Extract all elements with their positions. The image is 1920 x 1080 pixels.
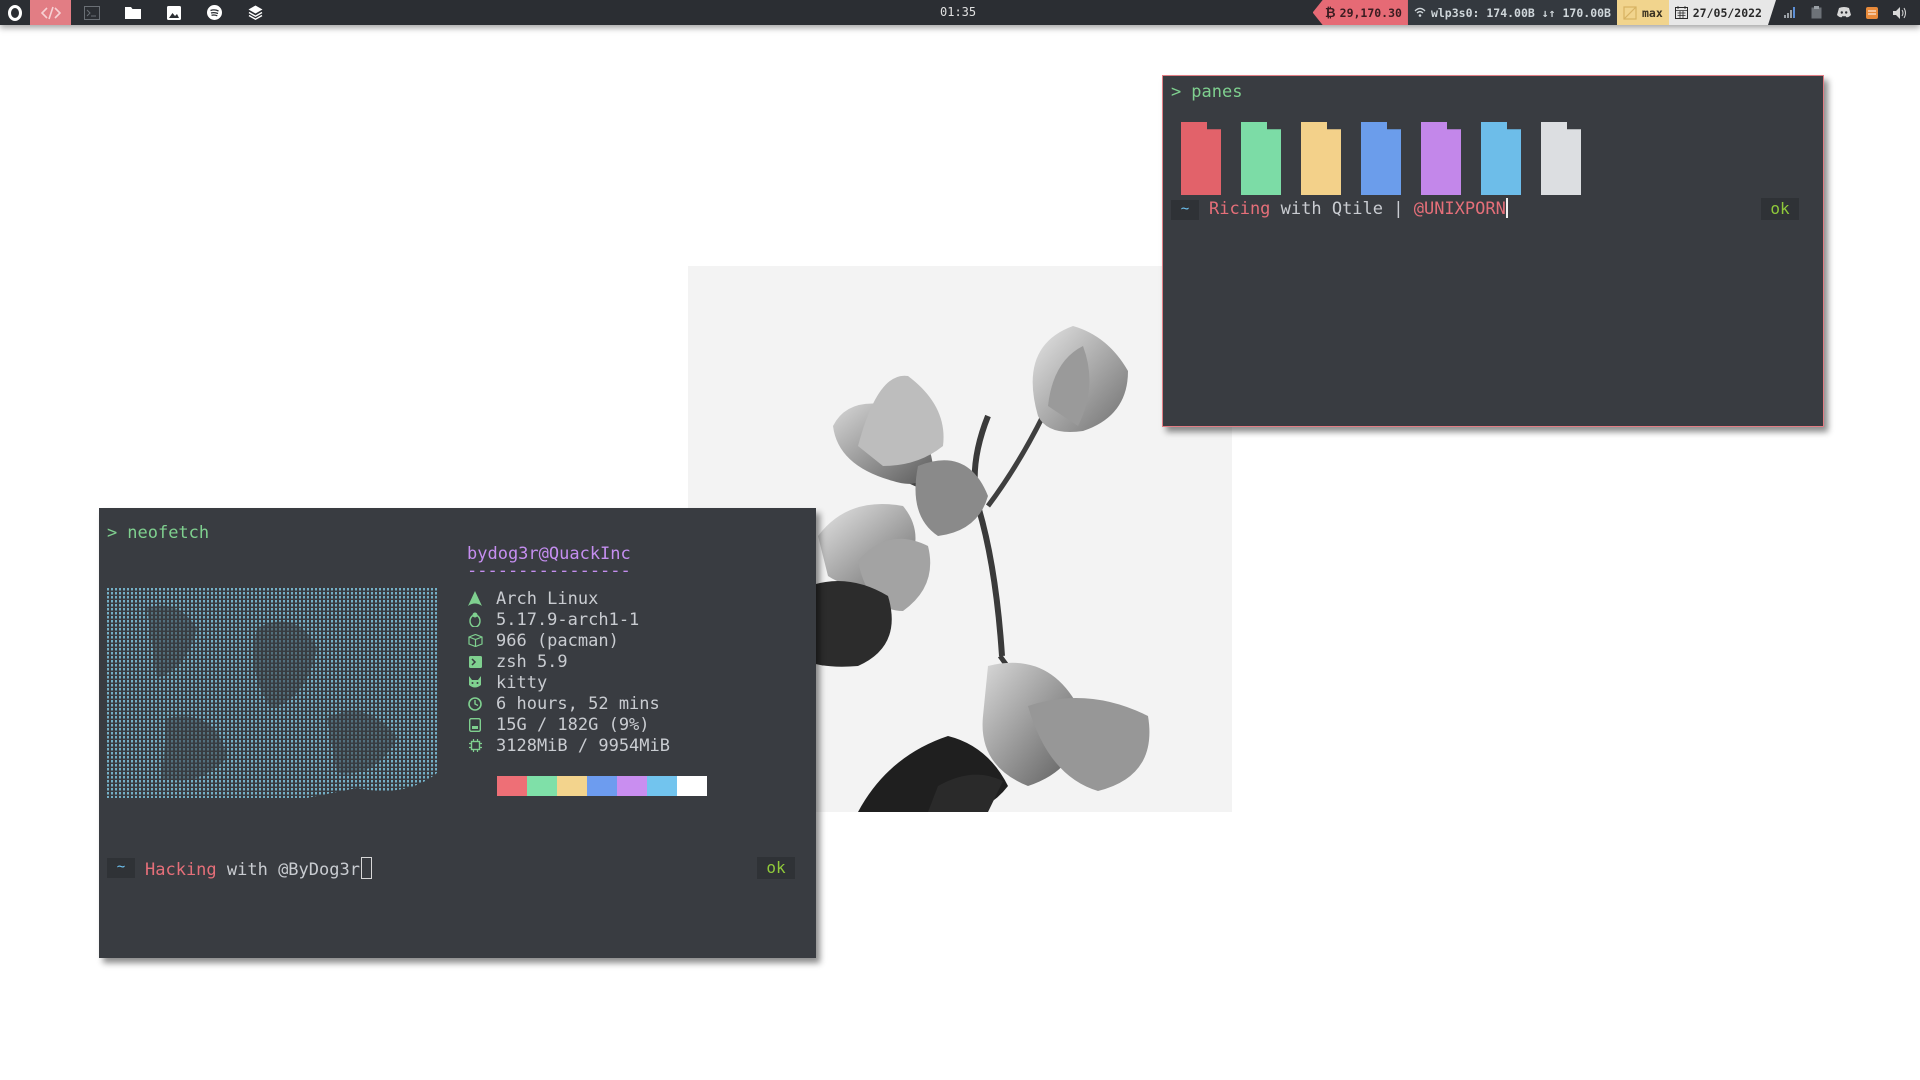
system-info-list: Arch Linux 5.17.9-arch1-1 966 (pacman) z… [467,588,670,756]
info-row-os: Arch Linux [467,588,670,609]
palette-color-0 [467,776,497,796]
bitcoin-icon: ₿ [1325,6,1335,19]
info-kernel-value: 5.17.9-arch1-1 [496,609,640,630]
info-row-kernel: 5.17.9-arch1-1 [467,609,670,630]
workspace-layers[interactable] [235,0,276,25]
prompt-home-badge: ~ [1171,200,1199,220]
color-swatch-1 [1241,122,1281,195]
calendar-icon [1675,6,1688,19]
folder-icon [124,7,141,19]
palette-color-4 [587,776,617,796]
color-swatch-0 [1181,122,1221,195]
discord-icon[interactable] [1837,7,1851,18]
prompt-arrow: > [107,523,118,543]
color-swatch-6 [1541,122,1581,195]
info-uptime-value: 6 hours, 52 mins [496,693,660,714]
palette-color-3 [557,776,587,796]
ubuntu-icon[interactable] [1866,6,1878,19]
network-speed: wlp3s0: 174.00B ↓↑ 170.00B [1430,5,1611,20]
code-icon [40,6,61,19]
info-row-terminal: kitty [467,672,670,693]
date-widget: 27/05/2022 [1669,0,1776,25]
separator-line: ---------------- [467,561,631,581]
clock: 01:35 [940,5,977,19]
clock-icon [467,696,483,712]
top-bar: 01:35 ₿ 29,170.30 wlp3s0: 174.00B ↓↑ 170… [0,0,1920,25]
brightness-widget[interactable]: max [1616,0,1669,25]
command-text: neofetch [127,523,210,543]
info-row-packages: 966 (pacman) [467,630,670,651]
clipboard-icon[interactable] [1811,6,1822,19]
input-text: with @ByDog3r [216,860,360,880]
volume-icon[interactable] [1893,6,1907,19]
input-line[interactable]: Ricing with Qtile | @UNIXPORN [1209,198,1508,219]
info-disk-value: 15G / 182G (9%) [496,714,650,735]
btc-widget: ₿ 29,170.30 [1312,0,1408,25]
info-shell-value: zsh 5.9 [496,651,568,672]
terminal-panes[interactable]: > panes ~ Ricing with Qtile | @UNIXPORN o… [1162,75,1824,427]
network-widget: wlp3s0: 174.00B ↓↑ 170.00B [1407,0,1617,25]
brightness-value: max [1641,5,1663,20]
layers-icon [248,5,263,20]
input-line[interactable]: Hacking with @ByDog3r [145,857,372,880]
shell-icon [467,654,483,670]
info-os-value: Arch Linux [496,588,599,609]
info-row-disk: 15G / 182G (9%) [467,714,670,735]
info-row-shell: zsh 5.9 [467,651,670,672]
date-value: 27/05/2022 [1692,5,1762,20]
color-swatch-2 [1301,122,1341,195]
arch-icon [467,591,483,607]
palette-color-2 [527,776,557,796]
btc-price: 29,170.30 [1339,5,1402,20]
text-cursor [1505,198,1508,218]
terminal-neofetch[interactable]: > neofetch bydog3r@QuackInc -------------… [99,508,816,958]
input-word-red: Ricing [1209,199,1271,219]
info-packages-value: 966 (pacman) [496,630,619,651]
palette-color-1 [497,776,527,796]
package-icon [467,633,483,649]
launcher-icon[interactable] [0,0,30,25]
info-row-uptime: 6 hours, 52 mins [467,693,670,714]
text-cursor [360,857,372,879]
spotify-icon [207,5,222,20]
palette-color-7 [677,776,707,796]
command-text: panes [1191,82,1243,102]
input-handle: @UNIXPORN [1413,199,1506,219]
prompt-arrow: > [1171,82,1182,102]
color-swatch-3 [1361,122,1401,195]
workspace-music[interactable] [194,0,235,25]
svg-text:₿: ₿ [1325,6,1335,19]
ascii-art-logo [107,588,437,798]
workspace-code[interactable] [30,0,71,25]
info-row-memory: 3128MiB / 9954MiB [467,735,670,756]
color-swatches [1181,122,1581,195]
system-tray [1776,0,1920,25]
color-swatch-4 [1421,122,1461,195]
disk-icon [467,717,483,733]
workspace-images[interactable] [153,0,194,25]
color-swatch-5 [1481,122,1521,195]
linux-icon [467,612,483,628]
info-terminal-value: kitty [496,672,548,693]
cat-icon [467,675,483,691]
input-text: with Qtile | [1270,199,1414,219]
status-ok-badge: ok [1761,198,1799,220]
status-ok-badge: ok [757,857,795,879]
palette-color-6 [647,776,677,796]
signal-icon[interactable] [1784,7,1796,18]
palette-color-5 [617,776,647,796]
workspace-files[interactable] [112,0,153,25]
wifi-icon [1414,7,1426,17]
command-line: > panes [1171,82,1242,102]
terminal-icon [83,5,100,20]
input-word-red: Hacking [145,860,217,880]
brightness-icon [1623,5,1637,20]
prompt-home-badge: ~ [107,858,135,878]
color-palette-bar [467,776,707,796]
image-icon [166,5,181,20]
info-memory-value: 3128MiB / 9954MiB [496,735,670,756]
memory-icon [467,738,483,754]
workspace-terminal[interactable] [71,0,112,25]
command-line: > neofetch [107,523,209,543]
